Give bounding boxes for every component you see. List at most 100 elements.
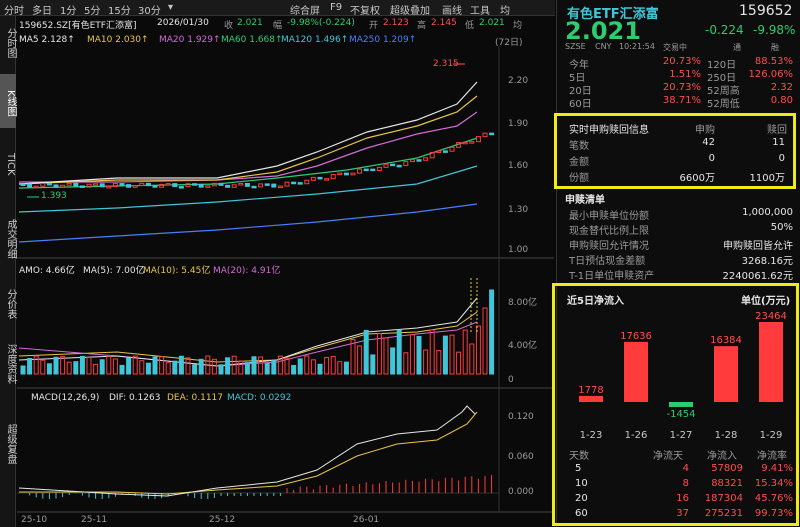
candle bbox=[33, 185, 39, 189]
purchase-value: 42 bbox=[702, 137, 715, 148]
tab-15min[interactable]: 15分 bbox=[108, 2, 131, 17]
flow-row-rate: 99.73% bbox=[754, 508, 793, 519]
candle bbox=[198, 183, 204, 188]
flow-bar-label: 16384 bbox=[710, 335, 742, 346]
volume-bar bbox=[165, 362, 171, 375]
candle bbox=[383, 163, 389, 168]
candle bbox=[27, 183, 33, 188]
flow-bar-label: 23464 bbox=[755, 311, 787, 322]
price-tick: 1.30 bbox=[508, 205, 529, 215]
volume-bar bbox=[93, 363, 99, 375]
volume-bar bbox=[119, 364, 125, 375]
candle bbox=[86, 183, 92, 188]
nav-tick[interactable]: TICK bbox=[0, 134, 16, 194]
redeem-row-key: T日预估现金差额 bbox=[569, 256, 646, 267]
macd-label: MACD(12,26,9) bbox=[31, 393, 100, 403]
flow-row-rate: 15.34% bbox=[754, 478, 793, 489]
candle bbox=[357, 168, 363, 174]
purchase-header: 申购 bbox=[695, 125, 715, 136]
nav-replay[interactable]: 超级复盘 bbox=[0, 404, 16, 484]
candle bbox=[423, 157, 429, 161]
candle bbox=[297, 182, 303, 185]
macd-tick: 0.120 bbox=[508, 412, 534, 422]
volume-bar bbox=[284, 357, 290, 375]
vol-ma5-label: MA(5): 7.00亿 bbox=[83, 266, 145, 276]
tab-multiday[interactable]: 多日 bbox=[32, 2, 52, 17]
flow-row-net-inflow: 57809 bbox=[711, 463, 743, 474]
chevron-down-icon[interactable]: ▾ bbox=[168, 2, 173, 13]
f9-button[interactable]: F9 bbox=[330, 2, 342, 13]
candle bbox=[79, 185, 85, 188]
candle bbox=[53, 184, 59, 188]
connect-tag: 通 bbox=[733, 43, 741, 52]
dea-label: DEA: 0.1117 bbox=[167, 393, 223, 403]
volume-bar bbox=[449, 334, 455, 375]
tab-5min[interactable]: 5分 bbox=[84, 2, 100, 17]
volume-bar bbox=[416, 335, 422, 375]
candle bbox=[106, 185, 112, 189]
tab-30min[interactable]: 30分 bbox=[138, 2, 161, 17]
tools-button[interactable]: 工具 bbox=[470, 2, 490, 17]
candle bbox=[363, 168, 369, 172]
nav-kline[interactable]: K线图 bbox=[0, 74, 16, 128]
super-overlay-button[interactable]: 超级叠加 bbox=[390, 2, 430, 17]
redeem-value: 11 bbox=[772, 137, 785, 148]
candle bbox=[119, 183, 125, 186]
volume-bar bbox=[469, 343, 475, 375]
nav-depth[interactable]: 深度资料 bbox=[0, 334, 16, 394]
date-tick: 25-11 bbox=[81, 515, 108, 525]
ma120-line bbox=[18, 165, 478, 213]
volume-bar bbox=[159, 356, 165, 375]
no-adjust-button[interactable]: 不复权 bbox=[350, 2, 380, 17]
candle bbox=[20, 183, 26, 186]
flow-row-rate: 9.41% bbox=[761, 463, 793, 474]
candle bbox=[475, 136, 481, 143]
stat-value: 20.73% bbox=[662, 82, 701, 93]
flow-row-days: 5 bbox=[575, 463, 582, 474]
volume-bar bbox=[370, 354, 376, 375]
nav-trade-detail[interactable]: 成交明细 bbox=[0, 204, 16, 274]
redeem-row-key: 最小申赎单位份额 bbox=[569, 211, 649, 222]
volume-bar bbox=[376, 333, 382, 375]
currency-tag: CNY bbox=[595, 42, 612, 51]
tab-1min[interactable]: 1分 bbox=[60, 2, 76, 17]
volume-bar bbox=[310, 359, 316, 375]
period-toolbar: 分时 多日 1分 5分 15分 30分 ▾ 综合屏 F9 不复权 超级叠加 画线… bbox=[0, 0, 555, 17]
tab-intraday[interactable]: 分时 bbox=[4, 2, 24, 17]
candle bbox=[390, 163, 396, 167]
volume-bar bbox=[66, 361, 72, 375]
volume-bar bbox=[291, 364, 297, 375]
average-button[interactable]: 均 bbox=[500, 2, 510, 17]
candle bbox=[310, 176, 316, 181]
candle bbox=[99, 183, 105, 188]
ma10-line bbox=[18, 95, 478, 185]
candle bbox=[178, 186, 184, 189]
realtime-row-key: 笔数 bbox=[569, 141, 589, 152]
flow-bar bbox=[714, 346, 738, 402]
candle bbox=[152, 185, 158, 188]
composite-screen-button[interactable]: 综合屏 bbox=[290, 2, 320, 17]
volume-bar bbox=[46, 363, 52, 375]
redeem-row-value: 2240061.62元 bbox=[722, 271, 793, 282]
volume-bar bbox=[357, 345, 363, 375]
volume-bar bbox=[79, 355, 85, 375]
nav-price-table[interactable]: 分价表 bbox=[0, 284, 16, 324]
flow-row-inflow-days: 4 bbox=[682, 463, 689, 474]
volume-bar bbox=[330, 355, 336, 375]
candle bbox=[238, 182, 244, 186]
flow-col-days: 天数 bbox=[569, 451, 589, 462]
volume-bar bbox=[482, 307, 488, 375]
candle bbox=[60, 184, 66, 188]
stat-value: 88.53% bbox=[754, 56, 793, 67]
nav-intraday[interactable]: 分时图 bbox=[0, 20, 16, 64]
volume-bar bbox=[192, 364, 198, 375]
candle bbox=[225, 184, 231, 188]
volume-bar bbox=[53, 356, 59, 375]
price-tick: 2.20 bbox=[508, 76, 529, 86]
flow-row-net-inflow: 187304 bbox=[704, 493, 743, 504]
candle bbox=[46, 182, 52, 186]
fund-code: 159652 bbox=[739, 3, 793, 19]
amo-label: AMO: 4.66亿 bbox=[19, 266, 75, 276]
draw-line-button[interactable]: 画线 bbox=[442, 2, 462, 17]
candle bbox=[284, 181, 290, 187]
